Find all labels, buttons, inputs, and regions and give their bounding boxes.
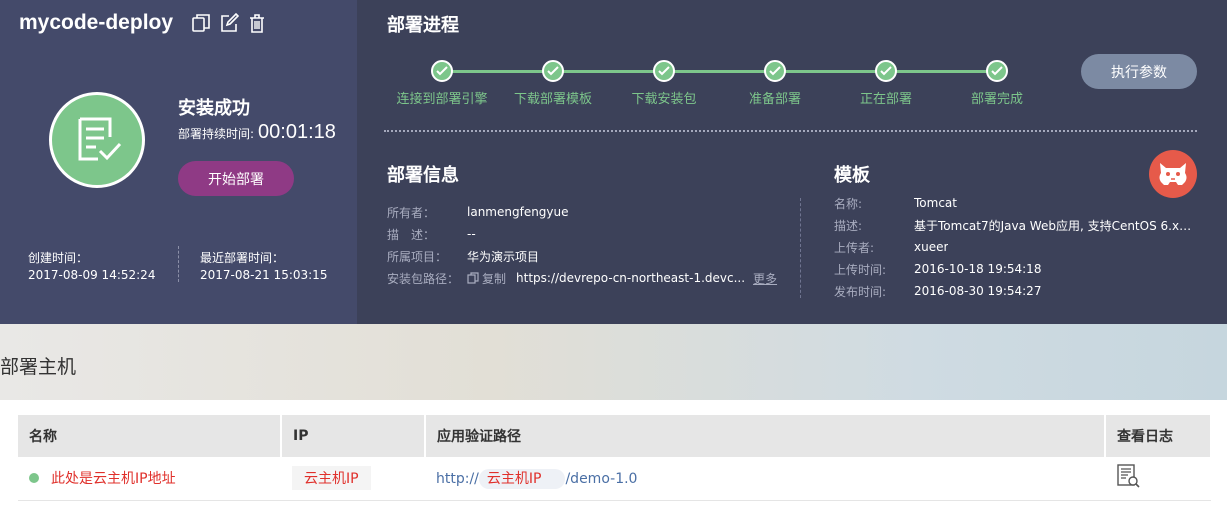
trash-icon[interactable]	[246, 12, 268, 34]
description-value: --	[467, 227, 476, 241]
copy-label: 复制	[482, 271, 507, 286]
host-ip: 云主机IP	[292, 466, 371, 491]
app-title: mycode-deploy	[19, 11, 174, 34]
template-desc-label: 描述:	[834, 218, 863, 233]
step-download-package: 下载安装包	[609, 58, 719, 107]
description-row: 描 述： --	[387, 223, 777, 245]
deploy-duration: 部署持续时间: 00:01:18	[178, 121, 336, 144]
check-icon	[764, 60, 786, 82]
owner-value: lanmengfengyue	[467, 205, 569, 219]
host-name-cell: 此处是云主机IP地址	[18, 457, 281, 501]
step-label: 正在部署	[859, 92, 912, 107]
step-complete: 部署完成	[942, 58, 1052, 107]
duration-value: 00:01:18	[258, 121, 336, 143]
step-deploying: 正在部署	[831, 58, 941, 107]
check-icon	[653, 60, 675, 82]
owner-label: 所有者：	[387, 205, 436, 220]
column-header-verify-path: 应用验证路径	[425, 415, 1106, 457]
column-header-name: 名称	[18, 415, 282, 457]
template-upload-time-label: 上传时间:	[834, 262, 887, 277]
verify-path-prefix: http://	[436, 471, 479, 488]
created-time-label: 创建时间：	[28, 251, 89, 265]
project-row: 所属项目： 华为演示项目	[387, 245, 777, 267]
copy-path-button[interactable]: 复制	[467, 270, 506, 287]
deploy-info-title: 部署信息	[387, 165, 459, 186]
step-download-template: 下载部署模板	[498, 58, 608, 107]
template-name-value: Tomcat	[914, 196, 957, 210]
template-publish-time-label: 发布时间:	[834, 284, 887, 299]
install-success-icon	[49, 92, 145, 188]
deploy-summary-panel: mycode-deploy 安装成功 部署持续时间: 00:01:18 开始部署…	[0, 0, 357, 324]
progress-steps: 连接到部署引擎 下载部署模板 下载安装包 准备部署 正在部署 部署完成	[387, 58, 1047, 108]
check-icon	[986, 60, 1008, 82]
step-connect-engine: 连接到部署引擎	[387, 58, 497, 107]
package-path-label: 安装包路径：	[387, 271, 460, 286]
hosts-table-header: 名称 IP 应用验证路径 查看日志	[18, 415, 1212, 457]
view-log-cell	[1105, 457, 1211, 501]
step-prepare: 准备部署	[720, 58, 830, 107]
template-title: 模板	[834, 165, 870, 186]
template-publish-time-value: 2016-08-30 19:54:27	[914, 284, 1042, 298]
package-path-row: 安装包路径： 复制 https://devrepo-cn-northeast-1…	[387, 267, 777, 289]
verify-path-cell[interactable]: http://云主机IP/demo-1.0	[425, 457, 1105, 501]
host-ip-cell: 云主机IP	[281, 457, 425, 501]
step-label: 下载部署模板	[513, 92, 592, 107]
section-divider	[384, 130, 1197, 132]
step-label: 连接到部署引擎	[396, 92, 488, 107]
install-status-title: 安装成功	[178, 98, 250, 119]
verify-path-ip: 云主机IP	[478, 469, 566, 490]
package-path-value: https://devrepo-cn-northeast-1.devc...	[516, 271, 746, 285]
template-uploader-label: 上传者:	[834, 240, 875, 255]
copy-icon[interactable]	[190, 12, 212, 34]
template-uploader-row: 上传者: xueer	[834, 236, 1199, 258]
step-label: 准备部署	[748, 92, 801, 107]
template-upload-time-value: 2016-10-18 19:54:18	[914, 262, 1042, 276]
template-desc-value: 基于Tomcat7的Java Web应用, 支持CentOS 6.x。...	[914, 218, 1199, 233]
hosts-title: 部署主机	[0, 356, 77, 378]
last-deploy-time: 最近部署时间： 2017-08-21 15:03:15	[200, 249, 327, 282]
last-deploy-time-value: 2017-08-21 15:03:15	[200, 268, 328, 282]
template-info-list: 名称: Tomcat 描述: 基于Tomcat7的Java Web应用, 支持C…	[834, 192, 1199, 302]
title-actions	[190, 12, 268, 34]
template-publish-time-row: 发布时间: 2016-08-30 19:54:27	[834, 280, 1199, 302]
project-value: 华为演示项目	[467, 249, 540, 264]
start-deploy-button[interactable]: 开始部署	[178, 161, 294, 196]
table-row: 此处是云主机IP地址 云主机IP http://云主机IP/demo-1.0	[18, 457, 1211, 501]
description-label: 描 述：	[387, 227, 436, 242]
view-log-icon[interactable]	[1116, 463, 1142, 489]
template-upload-time-row: 上传时间: 2016-10-18 19:54:18	[834, 258, 1199, 280]
template-uploader-value: xueer	[914, 240, 949, 254]
template-name-row: 名称: Tomcat	[834, 192, 1199, 214]
hosts-table: 名称 IP 应用验证路径 查看日志 此处是云主机IP地址 云主机IP http:…	[18, 415, 1212, 501]
column-header-ip: IP	[281, 415, 426, 457]
step-label: 部署完成	[970, 92, 1023, 107]
time-divider	[178, 246, 179, 282]
tomcat-logo-icon	[1149, 150, 1197, 198]
duration-label: 部署持续时间:	[178, 127, 255, 141]
owner-row: 所有者： lanmengfengyue	[387, 201, 777, 223]
column-header-view-log: 查看日志	[1105, 415, 1212, 457]
project-label: 所属项目：	[387, 249, 448, 264]
info-template-divider	[800, 198, 801, 298]
verify-path-suffix: /demo-1.0	[565, 471, 638, 488]
host-name: 此处是云主机IP地址	[51, 471, 176, 488]
template-desc-row: 描述: 基于Tomcat7的Java Web应用, 支持CentOS 6.x。.…	[834, 214, 1199, 236]
edit-icon[interactable]	[218, 12, 240, 34]
deploy-detail-panel: 部署进程 连接到部署引擎 下载部署模板 下载安装包 准备部署 正在部署 部署完成…	[357, 0, 1227, 324]
exec-params-button[interactable]: 执行参数	[1081, 54, 1197, 89]
last-deploy-time-label: 最近部署时间：	[200, 251, 285, 265]
host-status-dot	[29, 473, 39, 484]
created-time: 创建时间： 2017-08-09 14:52:24	[28, 249, 155, 282]
check-icon	[542, 60, 564, 82]
check-icon	[875, 60, 897, 82]
progress-title: 部署进程	[387, 15, 459, 36]
deploy-info-list: 所有者： lanmengfengyue 描 述： -- 所属项目： 华为演示项目…	[387, 201, 777, 289]
template-name-label: 名称:	[834, 196, 863, 211]
created-time-value: 2017-08-09 14:52:24	[28, 268, 156, 282]
copy-icon	[467, 272, 479, 284]
more-link[interactable]: 更多	[753, 270, 777, 287]
section-band	[0, 324, 1227, 400]
check-icon	[431, 60, 453, 82]
step-label: 下载安装包	[631, 92, 697, 107]
